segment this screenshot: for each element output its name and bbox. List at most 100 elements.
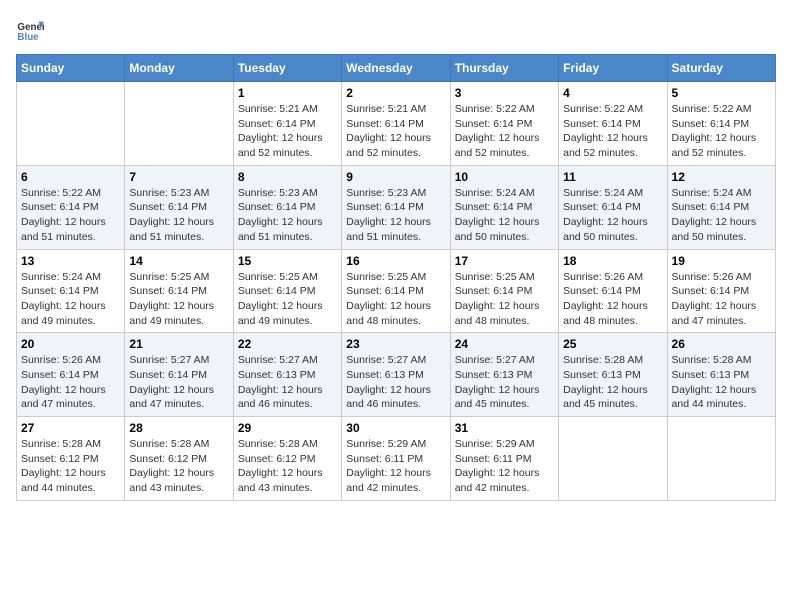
day-number: 8 bbox=[238, 170, 337, 184]
day-info: Sunrise: 5:28 AMSunset: 6:12 PMDaylight:… bbox=[129, 437, 228, 496]
day-cell bbox=[17, 82, 125, 166]
day-info: Sunrise: 5:29 AMSunset: 6:11 PMDaylight:… bbox=[346, 437, 445, 496]
day-info: Sunrise: 5:26 AMSunset: 6:14 PMDaylight:… bbox=[563, 270, 662, 329]
day-cell: 14 Sunrise: 5:25 AMSunset: 6:14 PMDayligh… bbox=[125, 249, 233, 333]
col-header-thursday: Thursday bbox=[450, 55, 558, 82]
day-number: 26 bbox=[672, 337, 771, 351]
day-info: Sunrise: 5:23 AMSunset: 6:14 PMDaylight:… bbox=[238, 186, 337, 245]
week-row-4: 20Sunrise: 5:26 AMSunset: 6:14 PMDayligh… bbox=[17, 333, 776, 417]
day-number: 22 bbox=[238, 337, 337, 351]
day-info: Sunrise: 5:27 AMSunset: 6:13 PMDaylight:… bbox=[455, 353, 554, 412]
day-info: Sunrise: 5:25 AMSunset: 6:14 PMDaylight:… bbox=[238, 270, 337, 329]
svg-text:Blue: Blue bbox=[17, 32, 39, 43]
day-number: 29 bbox=[238, 421, 337, 435]
day-info: Sunrise: 5:21 AMSunset: 6:14 PMDaylight:… bbox=[238, 102, 337, 161]
day-number: 16 bbox=[346, 254, 445, 268]
day-cell: 24 Sunrise: 5:27 AMSunset: 6:13 PMDayligh… bbox=[450, 333, 558, 417]
day-number: 25 bbox=[563, 337, 662, 351]
logo-icon: General Blue bbox=[16, 16, 44, 44]
day-number: 7 bbox=[129, 170, 228, 184]
week-row-1: 1 Sunrise: 5:21 AMSunset: 6:14 PMDaylight… bbox=[17, 82, 776, 166]
day-cell: 20Sunrise: 5:26 AMSunset: 6:14 PMDayligh… bbox=[17, 333, 125, 417]
day-info: Sunrise: 5:29 AMSunset: 6:11 PMDaylight:… bbox=[455, 437, 554, 496]
day-cell: 25Sunrise: 5:28 AMSunset: 6:13 PMDayligh… bbox=[559, 333, 667, 417]
day-info: Sunrise: 5:24 AMSunset: 6:14 PMDaylight:… bbox=[455, 186, 554, 245]
day-cell: 2Sunrise: 5:21 AMSunset: 6:14 PMDaylight… bbox=[342, 82, 450, 166]
day-cell bbox=[125, 82, 233, 166]
day-number: 19 bbox=[672, 254, 771, 268]
day-number: 1 bbox=[238, 86, 337, 100]
day-cell: 28 Sunrise: 5:28 AMSunset: 6:12 PMDayligh… bbox=[125, 417, 233, 501]
day-info: Sunrise: 5:25 AMSunset: 6:14 PMDaylight:… bbox=[346, 270, 445, 329]
day-cell: 9 Sunrise: 5:23 AMSunset: 6:14 PMDaylight… bbox=[342, 165, 450, 249]
day-cell: 8 Sunrise: 5:23 AMSunset: 6:14 PMDaylight… bbox=[233, 165, 341, 249]
day-number: 9 bbox=[346, 170, 445, 184]
day-number: 31 bbox=[455, 421, 554, 435]
logo: General Blue bbox=[16, 16, 48, 44]
day-cell: 31 Sunrise: 5:29 AMSunset: 6:11 PMDayligh… bbox=[450, 417, 558, 501]
day-info: Sunrise: 5:27 AMSunset: 6:13 PMDaylight:… bbox=[346, 353, 445, 412]
day-cell: 21Sunrise: 5:27 AMSunset: 6:14 PMDayligh… bbox=[125, 333, 233, 417]
col-header-friday: Friday bbox=[559, 55, 667, 82]
day-number: 5 bbox=[672, 86, 771, 100]
day-cell bbox=[559, 417, 667, 501]
col-header-sunday: Sunday bbox=[17, 55, 125, 82]
day-number: 14 bbox=[129, 254, 228, 268]
page-header: General Blue bbox=[16, 16, 776, 44]
col-header-tuesday: Tuesday bbox=[233, 55, 341, 82]
day-info: Sunrise: 5:23 AMSunset: 6:14 PMDaylight:… bbox=[129, 186, 228, 245]
day-cell: 11 Sunrise: 5:24 AMSunset: 6:14 PMDayligh… bbox=[559, 165, 667, 249]
day-info: Sunrise: 5:24 AMSunset: 6:14 PMDaylight:… bbox=[563, 186, 662, 245]
day-cell: 6 Sunrise: 5:22 AMSunset: 6:14 PMDaylight… bbox=[17, 165, 125, 249]
day-number: 12 bbox=[672, 170, 771, 184]
day-cell: 12 Sunrise: 5:24 AMSunset: 6:14 PMDayligh… bbox=[667, 165, 775, 249]
day-number: 20 bbox=[21, 337, 120, 351]
day-cell bbox=[667, 417, 775, 501]
day-number: 28 bbox=[129, 421, 228, 435]
day-number: 6 bbox=[21, 170, 120, 184]
day-number: 27 bbox=[21, 421, 120, 435]
day-cell: 19 Sunrise: 5:26 AMSunset: 6:14 PMDayligh… bbox=[667, 249, 775, 333]
day-number: 23 bbox=[346, 337, 445, 351]
day-cell: 30Sunrise: 5:29 AMSunset: 6:11 PMDayligh… bbox=[342, 417, 450, 501]
day-number: 24 bbox=[455, 337, 554, 351]
day-cell: 22 Sunrise: 5:27 AMSunset: 6:13 PMDayligh… bbox=[233, 333, 341, 417]
day-number: 10 bbox=[455, 170, 554, 184]
day-info: Sunrise: 5:28 AMSunset: 6:13 PMDaylight:… bbox=[672, 353, 771, 412]
day-info: Sunrise: 5:22 AMSunset: 6:14 PMDaylight:… bbox=[563, 102, 662, 161]
day-cell: 16 Sunrise: 5:25 AMSunset: 6:14 PMDayligh… bbox=[342, 249, 450, 333]
day-info: Sunrise: 5:23 AMSunset: 6:14 PMDaylight:… bbox=[346, 186, 445, 245]
day-number: 4 bbox=[563, 86, 662, 100]
day-info: Sunrise: 5:21 AMSunset: 6:14 PMDaylight:… bbox=[346, 102, 445, 161]
day-number: 11 bbox=[563, 170, 662, 184]
day-number: 17 bbox=[455, 254, 554, 268]
day-number: 3 bbox=[455, 86, 554, 100]
day-info: Sunrise: 5:28 AMSunset: 6:12 PMDaylight:… bbox=[238, 437, 337, 496]
day-number: 18 bbox=[563, 254, 662, 268]
day-info: Sunrise: 5:24 AMSunset: 6:14 PMDaylight:… bbox=[672, 186, 771, 245]
day-info: Sunrise: 5:25 AMSunset: 6:14 PMDaylight:… bbox=[129, 270, 228, 329]
week-row-5: 27 Sunrise: 5:28 AMSunset: 6:12 PMDayligh… bbox=[17, 417, 776, 501]
day-cell: 23 Sunrise: 5:27 AMSunset: 6:13 PMDayligh… bbox=[342, 333, 450, 417]
day-number: 21 bbox=[129, 337, 228, 351]
day-info: Sunrise: 5:22 AMSunset: 6:14 PMDaylight:… bbox=[21, 186, 120, 245]
col-header-monday: Monday bbox=[125, 55, 233, 82]
day-info: Sunrise: 5:25 AMSunset: 6:14 PMDaylight:… bbox=[455, 270, 554, 329]
calendar-header-row: SundayMondayTuesdayWednesdayThursdayFrid… bbox=[17, 55, 776, 82]
day-info: Sunrise: 5:22 AMSunset: 6:14 PMDaylight:… bbox=[455, 102, 554, 161]
day-cell: 3 Sunrise: 5:22 AMSunset: 6:14 PMDaylight… bbox=[450, 82, 558, 166]
col-header-saturday: Saturday bbox=[667, 55, 775, 82]
day-info: Sunrise: 5:28 AMSunset: 6:12 PMDaylight:… bbox=[21, 437, 120, 496]
day-cell: 15 Sunrise: 5:25 AMSunset: 6:14 PMDayligh… bbox=[233, 249, 341, 333]
day-number: 15 bbox=[238, 254, 337, 268]
day-info: Sunrise: 5:26 AMSunset: 6:14 PMDaylight:… bbox=[672, 270, 771, 329]
day-cell: 26 Sunrise: 5:28 AMSunset: 6:13 PMDayligh… bbox=[667, 333, 775, 417]
day-info: Sunrise: 5:27 AMSunset: 6:13 PMDaylight:… bbox=[238, 353, 337, 412]
day-cell: 27 Sunrise: 5:28 AMSunset: 6:12 PMDayligh… bbox=[17, 417, 125, 501]
day-info: Sunrise: 5:22 AMSunset: 6:14 PMDaylight:… bbox=[672, 102, 771, 161]
week-row-2: 6 Sunrise: 5:22 AMSunset: 6:14 PMDaylight… bbox=[17, 165, 776, 249]
day-cell: 5 Sunrise: 5:22 AMSunset: 6:14 PMDaylight… bbox=[667, 82, 775, 166]
day-number: 13 bbox=[21, 254, 120, 268]
calendar-table: SundayMondayTuesdayWednesdayThursdayFrid… bbox=[16, 54, 776, 501]
day-cell: 1 Sunrise: 5:21 AMSunset: 6:14 PMDaylight… bbox=[233, 82, 341, 166]
